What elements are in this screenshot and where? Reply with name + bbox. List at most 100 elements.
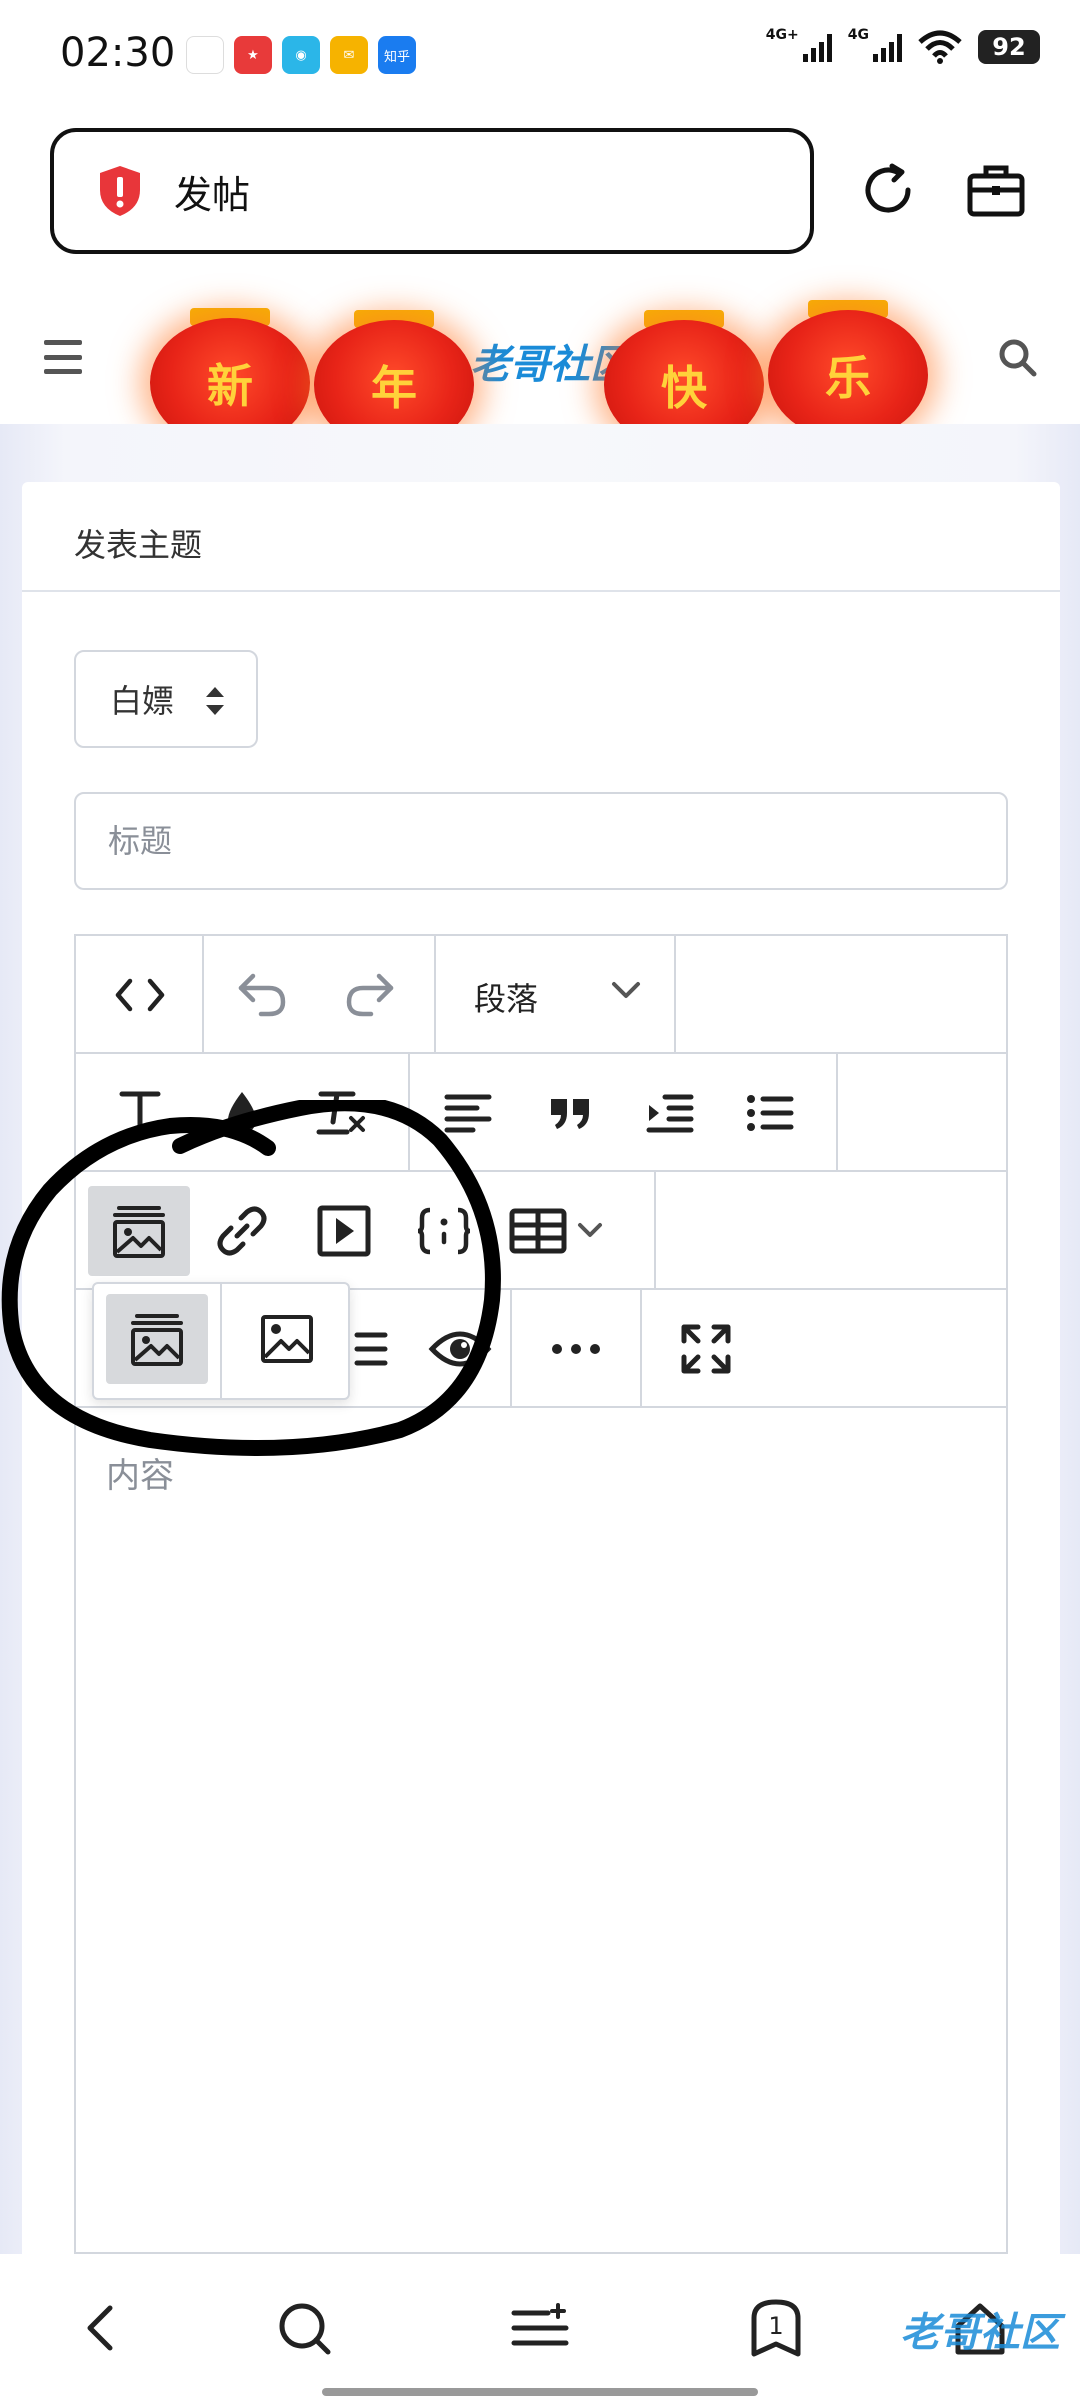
text-style-button[interactable] bbox=[92, 1068, 188, 1158]
category-selected-value: 白嫖 bbox=[110, 682, 175, 720]
category-select[interactable]: 白嫖 bbox=[74, 650, 258, 748]
toolbar-row-1: 段落 bbox=[76, 936, 1006, 1054]
redo-button[interactable] bbox=[322, 950, 418, 1040]
title-input[interactable] bbox=[74, 792, 1008, 890]
site-search-icon[interactable] bbox=[996, 336, 1040, 380]
clear-format-button[interactable] bbox=[292, 1068, 388, 1158]
code-block-button[interactable] bbox=[396, 1186, 492, 1276]
toolbar-row-3 bbox=[76, 1172, 1006, 1290]
more-icon bbox=[552, 1344, 600, 1354]
toolbar-row-2 bbox=[76, 1054, 1006, 1172]
fullscreen-button[interactable] bbox=[658, 1304, 754, 1394]
search-icon bbox=[279, 2303, 331, 2355]
preview-button[interactable] bbox=[412, 1304, 508, 1394]
site-menu-icon[interactable] bbox=[44, 340, 82, 374]
undo-button[interactable] bbox=[214, 950, 310, 1040]
tabs-icon: 1 bbox=[751, 2299, 801, 2357]
signal-icon-2 bbox=[873, 32, 902, 62]
back-button[interactable] bbox=[60, 2288, 140, 2368]
toolbar-group bbox=[204, 936, 436, 1052]
network-type-1: 4G+ bbox=[765, 27, 799, 43]
zhihu-app-icon: 知乎 bbox=[378, 36, 416, 74]
tabs-button[interactable]: 1 bbox=[736, 2288, 816, 2368]
table-icon bbox=[509, 1208, 567, 1254]
align-icon bbox=[444, 1094, 492, 1133]
content-placeholder[interactable]: 内容 bbox=[106, 1448, 174, 1497]
toolbox-button[interactable] bbox=[958, 152, 1034, 228]
code-view-icon bbox=[115, 978, 165, 1012]
more-button[interactable] bbox=[528, 1304, 624, 1394]
toolbar-group bbox=[410, 1054, 838, 1170]
align-button[interactable] bbox=[420, 1068, 516, 1158]
code-block-icon bbox=[417, 1207, 471, 1255]
clear-format-icon bbox=[316, 1091, 365, 1135]
popup-divider bbox=[220, 1284, 222, 1398]
lantern-char: 年 bbox=[371, 361, 417, 415]
search-button[interactable] bbox=[264, 2288, 344, 2368]
lantern-decoration: 乐 bbox=[768, 290, 928, 498]
gesture-home-bar[interactable] bbox=[322, 2388, 758, 2396]
rich-text-editor: 段落 内容 bbox=[74, 934, 1008, 2254]
signal-icon-1 bbox=[802, 32, 832, 62]
indent-button[interactable] bbox=[622, 1068, 718, 1158]
notification-icons: ★ ◉ ✉ 知乎 bbox=[186, 36, 416, 74]
shield-alert-icon bbox=[100, 166, 140, 216]
lantern-char: 快 bbox=[661, 361, 707, 415]
taobao-app-icon: ★ bbox=[234, 36, 272, 74]
status-bar: 02:30 ★ ◉ ✉ 知乎 4G+ 4G 92 bbox=[0, 0, 1080, 108]
quote-icon bbox=[551, 1099, 589, 1129]
link-button[interactable] bbox=[194, 1186, 290, 1276]
list-icon bbox=[747, 1095, 794, 1131]
list-button[interactable] bbox=[722, 1068, 818, 1158]
link-icon bbox=[217, 1206, 267, 1256]
select-arrows-icon bbox=[206, 687, 224, 715]
image-icon bbox=[261, 1315, 313, 1363]
redo-icon bbox=[346, 973, 394, 1017]
indent-icon bbox=[646, 1094, 694, 1133]
image-insert-popup bbox=[92, 1282, 350, 1400]
text-style-icon bbox=[119, 1091, 161, 1137]
image-option[interactable] bbox=[236, 1294, 338, 1384]
back-icon bbox=[87, 2305, 113, 2351]
address-text: 发帖 bbox=[174, 172, 251, 217]
text-color-icon bbox=[228, 1092, 256, 1134]
address-bar[interactable]: 发帖 bbox=[50, 128, 814, 254]
menu-button[interactable] bbox=[500, 2288, 580, 2368]
undo-icon bbox=[238, 973, 286, 1017]
site-watermark: 老哥社区 bbox=[900, 2310, 1060, 2356]
quote-button[interactable] bbox=[522, 1068, 618, 1158]
toolbar-group bbox=[642, 1290, 770, 1406]
card-title: 发表主题 bbox=[74, 526, 203, 564]
paragraph-dropdown[interactable]: 段落 bbox=[436, 936, 676, 1052]
toolbar-group bbox=[512, 1290, 642, 1406]
mail-app-icon: ✉ bbox=[330, 36, 368, 74]
reload-button[interactable] bbox=[850, 152, 926, 228]
toolbar-group bbox=[76, 1172, 656, 1288]
chevron-down-icon bbox=[612, 982, 640, 998]
text-color-button[interactable] bbox=[194, 1068, 290, 1158]
lantern-char: 新 bbox=[207, 359, 253, 413]
fullscreen-icon bbox=[681, 1324, 731, 1374]
video-button[interactable] bbox=[296, 1186, 392, 1276]
preview-icon bbox=[428, 1331, 492, 1367]
toolbox-icon bbox=[967, 165, 1025, 217]
menu-icon bbox=[511, 2303, 569, 2346]
toolbar-group bbox=[76, 1054, 410, 1170]
qq-app-icon: ◉ bbox=[282, 36, 320, 74]
code-view-button[interactable] bbox=[92, 950, 188, 1040]
site-header: 老哥社区 新 年 快 乐 bbox=[0, 292, 1080, 508]
battery-indicator: 92 bbox=[978, 30, 1040, 64]
image-gallery-icon bbox=[131, 1314, 183, 1366]
image-gallery-icon bbox=[113, 1206, 165, 1258]
chevron-down-icon bbox=[578, 1223, 602, 1237]
image-gallery-button[interactable] bbox=[88, 1186, 190, 1276]
image-gallery-option[interactable] bbox=[106, 1294, 208, 1384]
paragraph-label: 段落 bbox=[474, 980, 539, 1018]
network-type-2: 4G bbox=[847, 27, 869, 43]
status-indicators: 4G+ 4G 92 bbox=[765, 27, 1040, 64]
blank-app-icon bbox=[186, 36, 224, 74]
video-icon bbox=[317, 1205, 371, 1257]
wifi-icon bbox=[918, 30, 962, 64]
table-button[interactable] bbox=[496, 1186, 616, 1276]
reload-icon bbox=[865, 163, 911, 213]
